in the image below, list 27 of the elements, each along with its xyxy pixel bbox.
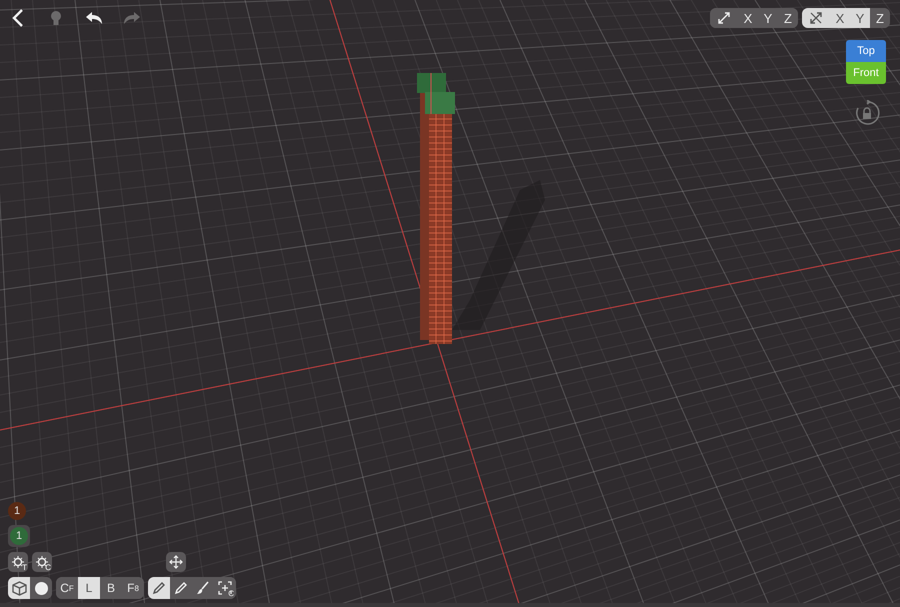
pencil-icon	[152, 581, 166, 595]
undo-icon	[85, 11, 103, 25]
view-cube-top[interactable]: Top	[846, 40, 886, 62]
sun-icon	[12, 556, 24, 568]
selection-frame-icon	[218, 581, 232, 595]
rotation-lock-icon[interactable]	[854, 100, 880, 126]
move-arrows-icon	[169, 555, 183, 569]
light-button[interactable]: T	[8, 552, 28, 572]
axis-toggle[interactable]: Y	[850, 8, 870, 28]
cube-icon	[12, 580, 26, 596]
diagonal-arrows-icon	[717, 11, 731, 25]
lightbulb-icon	[50, 10, 62, 26]
light-button[interactable]: C	[32, 552, 52, 572]
crossed-arrows-icon	[809, 11, 823, 25]
move-button[interactable]	[166, 552, 186, 572]
axis-toggle[interactable]: X	[830, 8, 850, 28]
symmetry-button[interactable]	[802, 8, 830, 28]
sphere-icon	[34, 580, 48, 596]
cube-button[interactable]	[8, 577, 30, 599]
pencil-icon	[174, 581, 188, 595]
mode-tab[interactable]: L	[78, 577, 100, 599]
brush-icon	[196, 581, 210, 595]
redo-icon	[123, 11, 141, 25]
pencil-tool-button[interactable]	[148, 577, 170, 599]
back-icon	[12, 9, 24, 27]
view-cube[interactable]: Top Front	[846, 40, 888, 86]
count-badge: 1	[10, 527, 28, 545]
